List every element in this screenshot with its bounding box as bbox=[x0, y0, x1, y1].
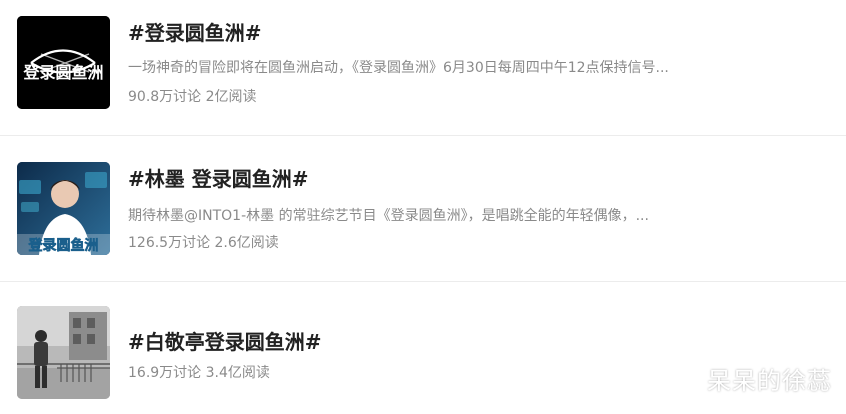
topic-title[interactable]: #白敬亭登录圆鱼洲# bbox=[128, 326, 322, 355]
topic-item[interactable]: 登录圆鱼洲 #登录圆鱼洲# 一场神奇的冒险即将在圆鱼洲启动，《登录圆鱼洲》6月3… bbox=[0, 0, 846, 135]
thumb-logo-text: 登录圆鱼洲 bbox=[28, 237, 99, 254]
topic-stats: 126.5万讨论 2.6亿阅读 bbox=[128, 235, 279, 251]
topic-item[interactable]: 登录圆鱼洲 #林墨 登录圆鱼洲# 期待林墨@INTO1-林墨 的常驻综艺节目《登… bbox=[0, 136, 846, 281]
person-photo: 登录圆鱼洲 bbox=[17, 162, 110, 255]
topic-thumbnail[interactable] bbox=[17, 306, 110, 399]
topic-thumbnail[interactable]: 登录圆鱼洲 bbox=[17, 162, 110, 255]
thumb-logo-text: 登录圆鱼洲 bbox=[22, 63, 103, 82]
topic-title[interactable]: #登录圆鱼洲# bbox=[128, 17, 262, 46]
street-photo bbox=[17, 306, 110, 399]
topic-stats: 90.8万讨论 2亿阅读 bbox=[128, 89, 257, 105]
fish-logo-icon: 登录圆鱼洲 bbox=[17, 16, 110, 109]
watermark: 呆呆的徐蕊 bbox=[707, 367, 832, 395]
topic-thumbnail[interactable]: 登录圆鱼洲 bbox=[17, 16, 110, 109]
topic-title[interactable]: #林墨 登录圆鱼洲# bbox=[128, 163, 308, 192]
topic-stats: 16.9万讨论 3.4亿阅读 bbox=[128, 365, 270, 381]
topic-description: 期待林墨@INTO1-林墨 的常驻综艺节目《登录圆鱼洲》，是唱跳全能的年轻偶像，… bbox=[128, 208, 649, 224]
topic-description: 一场神奇的冒险即将在圆鱼洲启动，《登录圆鱼洲》6月30日每周四中午12点保持信号… bbox=[128, 60, 669, 76]
